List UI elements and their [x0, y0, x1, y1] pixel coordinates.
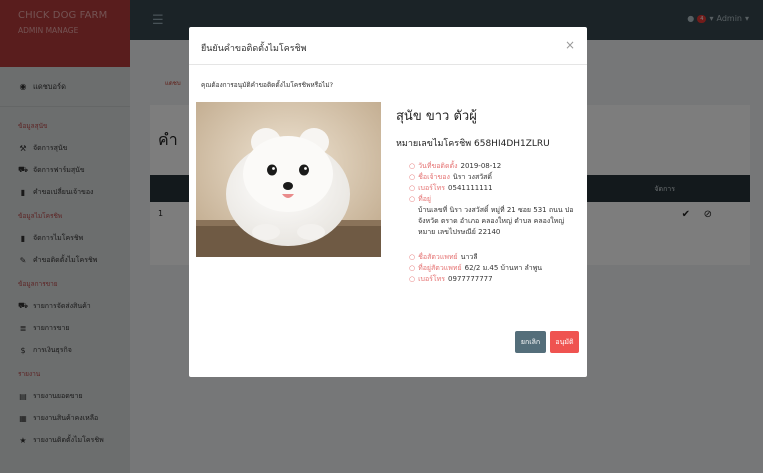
microchip-value: 658HI4DH1ZLRU — [474, 139, 550, 149]
vet-details: ○ ชื่อสัตวแพทย์ นาวลี ○ ที่อยู่สัตวแพทย์ 62/… — [396, 252, 581, 285]
vet-phone: ○ เบอร์โทร 0977777777 — [409, 275, 493, 283]
dog-info: สุนัข ขาว ตัวผู้ หมายเลขไมโครชิพ 658HI4D… — [396, 105, 581, 285]
owner-name: ○ ชื่อเจ้าของ นิรา วงสวัสดิ์ — [409, 173, 492, 181]
confirm-microchip-modal: ยืนยันคำขอติดตั้งไมโครชิพ × คุณต้องการอน… — [189, 27, 587, 377]
owner-address-label: ○ ที่อยู่ — [409, 195, 432, 203]
vet-address: ○ ที่อยู่สัตวแพทย์ 62/2 ม.45 บ้านทา ลำพูน — [409, 264, 543, 272]
owner-details: ○ วันที่ขอติดตั้ง 2019-08-12 ○ ชื่อเจ้าของน… — [396, 161, 581, 238]
microchip-label: หมายเลขไมโครชิพ — [396, 139, 472, 149]
modal-title: ยืนยันคำขอติดตั้งไมโครชิพ — [201, 44, 307, 54]
cancel-button[interactable]: ยกเลิก — [515, 331, 546, 353]
confirm-question: คุณต้องการอนุมัติคำขอติดตั้งไมโครชิพหรือ… — [201, 81, 334, 89]
vet-name: ○ ชื่อสัตวแพทย์ นาวลี — [409, 253, 478, 261]
modal-header: ยืนยันคำขอติดตั้งไมโครชิพ × — [189, 27, 587, 65]
owner-address: บ้านเลขที่ นิรา วงสวัสดิ์ หมู่ที่ 21 ซอย… — [418, 206, 574, 236]
approve-button[interactable]: อนุมัติ — [550, 331, 579, 353]
owner-phone: ○ เบอร์โทร 0541111111 — [409, 184, 493, 192]
install-date: ○ วันที่ขอติดตั้ง 2019-08-12 — [409, 162, 502, 170]
dog-photo — [196, 102, 381, 257]
dog-name: สุนัข ขาว ตัวผู้ — [396, 109, 477, 124]
microchip-number: หมายเลขไมโครชิพ 658HI4DH1ZLRU — [396, 136, 581, 150]
close-icon[interactable]: × — [565, 38, 575, 52]
